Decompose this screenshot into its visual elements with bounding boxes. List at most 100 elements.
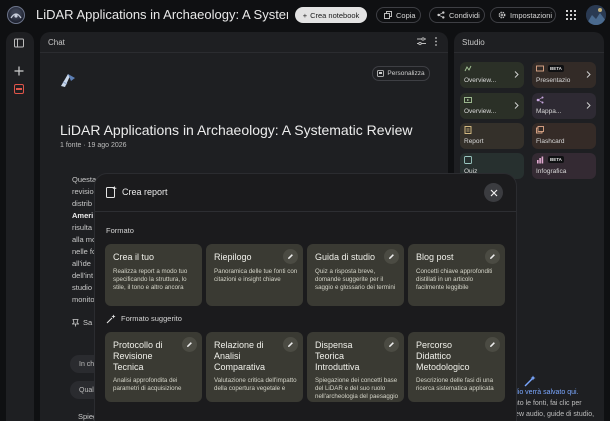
summary-line: alla mo [72, 235, 97, 244]
chevron-right-icon [586, 71, 591, 78]
format-card-title: Blog post [416, 252, 454, 262]
sparkle-wand-icon [524, 375, 536, 387]
more-vert-icon[interactable] [434, 37, 438, 46]
studio-empty-text: unto le fonti, fai clic per [510, 400, 582, 407]
summary-line: monito [72, 295, 95, 304]
format-card-desc: Realizza report a modo tuo specificando … [113, 268, 188, 291]
pin-icon [72, 318, 79, 326]
format-card-title: Guida di studio [315, 252, 376, 262]
copy-button[interactable]: Copia [376, 7, 421, 23]
edit-button[interactable] [283, 249, 298, 264]
suggested-card-review-protocol[interactable]: Protocollo di Revisione Tecnica Analisi … [105, 332, 202, 402]
edit-button[interactable] [384, 249, 399, 264]
save-note-button[interactable]: Sa [72, 318, 92, 327]
close-button[interactable] [484, 183, 503, 202]
settings-label: Impostazioni [510, 10, 553, 20]
suggested-question-text: Quali [79, 386, 96, 394]
share-button[interactable]: Condividi [429, 7, 485, 23]
edit-button[interactable] [182, 337, 197, 352]
summary-line: studio [72, 283, 93, 292]
suggested-card-theory-handout[interactable]: Dispensa Teorica Introduttiva Spiegazion… [307, 332, 404, 402]
format-card-title: Dispensa Teorica Introduttiva [315, 340, 360, 372]
notebook-title[interactable]: LiDAR Applications in Archaeology: A Sys… [36, 7, 288, 22]
copy-icon [384, 11, 392, 19]
pencil-icon [187, 342, 192, 347]
gear-icon [498, 11, 506, 19]
notebook-logo-icon[interactable] [7, 6, 25, 24]
format-card-desc: Analisi approfondita dei parametri di ac… [113, 377, 182, 392]
edit-button[interactable] [384, 337, 399, 352]
avatar[interactable] [586, 5, 606, 25]
pencil-icon [288, 342, 293, 347]
edit-button[interactable] [485, 337, 500, 352]
format-card-desc: Concetti chiave approfonditi distillati … [416, 268, 493, 291]
presentation-icon [536, 65, 544, 72]
suggested-question-text: In ch [79, 360, 95, 368]
close-icon [490, 189, 497, 196]
format-card-desc: Spiegazione dei concetti base del LiDAR … [315, 377, 399, 400]
beta-badge: BETA [548, 156, 564, 163]
summary-line: revisio [72, 187, 94, 196]
personalize-button[interactable]: Personalizza [372, 66, 430, 81]
summary-line: Questa [72, 175, 97, 184]
create-notebook-button[interactable]: + Crea notebook [295, 7, 367, 23]
summary-line: nelle fo [72, 247, 97, 256]
pdf-source-icon[interactable] [14, 84, 24, 94]
studio-tile-infographic[interactable]: BETA Infografica [532, 153, 596, 179]
studio-tile-video-overview[interactable]: Overview... [460, 93, 524, 119]
summary-line: all'ide [72, 259, 91, 268]
save-note-label: Sa [83, 318, 93, 327]
format-card-title: Protocollo di Revisione Tecnica [113, 340, 163, 372]
studio-tile-flashcard[interactable]: Flashcard [532, 123, 596, 149]
chevron-right-icon [514, 102, 519, 109]
add-source-icon[interactable] [14, 66, 24, 76]
suggested-card-teaching-path[interactable]: Percorso Didattico Metodologico Descrizi… [408, 332, 505, 402]
tune-icon[interactable] [417, 37, 426, 46]
suggested-format-section-label: Formato suggerito [121, 314, 182, 323]
left-rail [6, 32, 34, 421]
studio-tile-presentation[interactable]: BETA Presentazio [532, 62, 596, 88]
format-card-custom[interactable]: Crea il tuo Realizza report a modo tuo s… [105, 244, 202, 306]
suggested-card-comparative-analysis[interactable]: Relazione di Analisi Comparativa Valutaz… [206, 332, 303, 402]
format-card-blog-post[interactable]: Blog post Concetti chiave approfonditi d… [408, 244, 505, 306]
edit-button[interactable] [485, 249, 500, 264]
share-label: Condividi [449, 10, 480, 20]
studio-tile-audio-overview[interactable]: Overview... [460, 62, 524, 88]
dialog-title: Crea report [122, 187, 168, 197]
studio-tile-label: Overview... [464, 108, 497, 115]
format-card-title: Percorso Didattico Metodologico [416, 340, 470, 372]
audio-overview-icon [464, 65, 472, 72]
mind-map-icon [536, 96, 544, 104]
format-card-title: Crea il tuo [113, 252, 155, 262]
format-card-desc: Descrizione delle fasi di una ricerca si… [416, 377, 494, 392]
infographic-icon [537, 156, 544, 164]
chat-divider [40, 52, 448, 53]
top-bar: LiDAR Applications in Archaeology: A Sys… [0, 0, 610, 30]
personalize-label: Personalizza [387, 70, 425, 77]
plus-icon: + [302, 10, 308, 20]
pencil-icon [490, 254, 495, 259]
beta-badge: BETA [548, 65, 564, 72]
pencil-icon [288, 254, 293, 259]
format-card-summary[interactable]: Riepilogo Panoramica delle tue fonti con… [206, 244, 303, 306]
pencil-icon [389, 254, 394, 259]
studio-empty-text: view audio, guide di studio, [510, 411, 595, 418]
copy-label: Copia [396, 10, 416, 20]
summary-line: risulta [72, 223, 93, 232]
video-overview-icon [464, 97, 472, 103]
summary-line: distrib [72, 199, 93, 208]
source-meta: 1 fonte · 19 ago 2026 [60, 142, 127, 149]
sidebar-toggle-icon[interactable] [14, 38, 24, 48]
settings-button[interactable]: Impostazioni [490, 7, 556, 23]
format-card-study-guide[interactable]: Guida di studio Quiz a risposta breve, d… [307, 244, 404, 306]
studio-tile-mind-map[interactable]: Mappa... [532, 93, 596, 119]
format-section-label: Formato [106, 226, 134, 235]
share-icon [437, 11, 445, 19]
format-card-title: Relazione di Analisi Comparativa [214, 340, 266, 372]
apps-grid-icon[interactable] [566, 10, 576, 20]
chevron-right-icon [514, 71, 519, 78]
page-title: LiDAR Applications in Archaeology: A Sys… [60, 122, 413, 138]
chevron-right-icon [586, 102, 591, 109]
edit-button[interactable] [283, 337, 298, 352]
studio-tile-report[interactable]: Report [460, 123, 524, 149]
